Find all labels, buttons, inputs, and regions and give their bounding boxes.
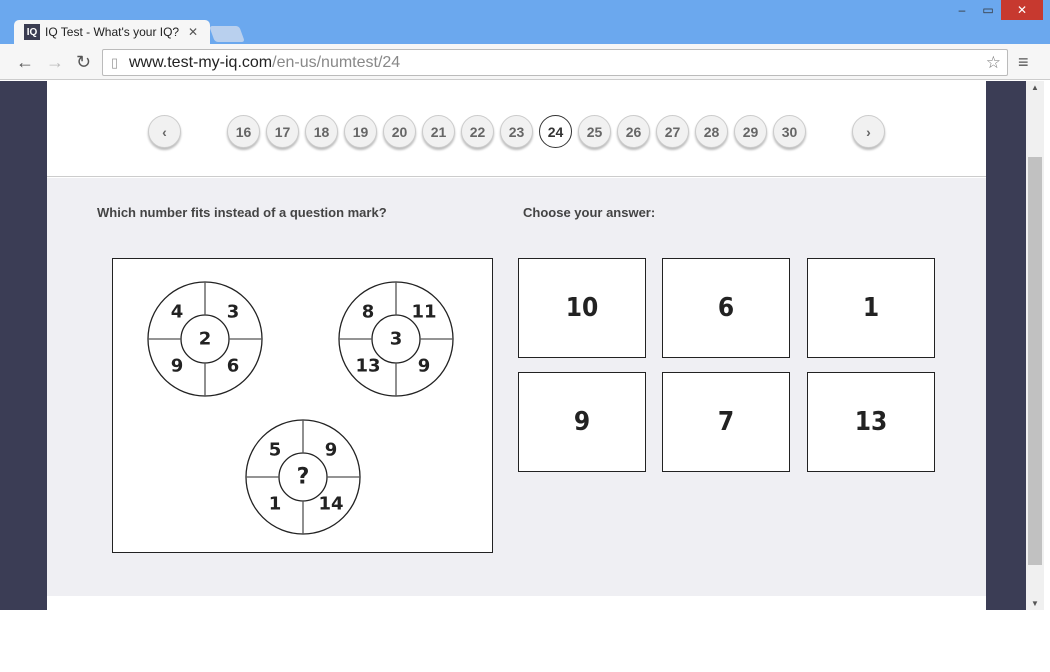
answer-option[interactable]: 7 (662, 372, 790, 472)
page-button-19[interactable]: 19 (344, 115, 377, 148)
puzzle-diagram: 24 39 638 1113 9?5 91 14 (147, 281, 454, 535)
puzzle-number-tr: 3 (227, 302, 240, 323)
site-favicon: IQ (24, 24, 40, 40)
page-button-17[interactable]: 17 (266, 115, 299, 148)
page-button-27[interactable]: 27 (656, 115, 689, 148)
puzzle-number-br: 9 (418, 356, 431, 377)
answer-option[interactable]: 9 (518, 372, 646, 472)
page-button-24[interactable]: 24 (539, 115, 572, 148)
close-window-button[interactable]: ✕ (1001, 0, 1043, 20)
answer-option[interactable]: 10 (518, 258, 646, 358)
question-area: Which number fits instead of a question … (47, 178, 986, 596)
close-tab-icon[interactable]: ✕ (188, 25, 198, 39)
next-page-button[interactable]: › (852, 115, 885, 148)
question-mark: ? (297, 465, 310, 490)
page-content: ‹ › 16 17 18 19 20 21 22 23 24 25 26 27 28 29 30 Which… (47, 81, 986, 610)
scroll-down-icon[interactable]: ▼ (1031, 599, 1039, 608)
menu-icon[interactable]: ≡ (1018, 52, 1029, 73)
choose-answer-label: Choose your answer: (523, 205, 656, 220)
page-button-25[interactable]: 25 (578, 115, 611, 148)
reload-icon[interactable]: ↻ (76, 52, 91, 73)
page-button-20[interactable]: 20 (383, 115, 416, 148)
question-pager: ‹ › 16 17 18 19 20 21 22 23 24 25 26 27 28 29 30 (47, 81, 986, 177)
puzzle-number-tl: 8 (362, 302, 375, 323)
puzzle-number-tr: 11 (411, 302, 436, 323)
title-bar: IQ IQ Test - What's your IQ? ✕ – ▭ ✕ (0, 0, 1050, 44)
puzzle-image: 2 4 3 9 6 3 8 11 13 9? 5 9 1 14 (112, 258, 493, 553)
bookmark-star-icon[interactable]: ☆ (986, 53, 1001, 73)
page-button-30[interactable]: 30 (773, 115, 806, 148)
maximize-button[interactable]: ▭ (976, 0, 1000, 20)
scrollbar[interactable]: ▲ ▼ (1026, 81, 1044, 610)
minimize-button[interactable]: – (950, 0, 974, 20)
page-button-16[interactable]: 16 (227, 115, 260, 148)
tab-title: IQ Test - What's your IQ? (45, 25, 180, 39)
puzzle-number-tl: 4 (171, 302, 184, 323)
browser-tab[interactable]: IQ IQ Test - What's your IQ? ✕ (14, 20, 210, 44)
back-icon[interactable]: ← (16, 52, 34, 73)
url-path: /en-us/numtest/24 (272, 53, 401, 71)
puzzle-number-bl: 9 (171, 356, 184, 377)
forward-icon[interactable]: → (46, 52, 64, 73)
page-icon: ▯ (111, 54, 119, 70)
puzzle-number-tr: 9 (325, 440, 338, 461)
page-button-26[interactable]: 26 (617, 115, 650, 148)
page-button-23[interactable]: 23 (500, 115, 533, 148)
page-button-22[interactable]: 22 (461, 115, 494, 148)
page-button-18[interactable]: 18 (305, 115, 338, 148)
address-bar[interactable]: ▯ www.test-my-iq.com/en-us/numtest/24 ☆ (102, 49, 1008, 76)
browser-toolbar: ← → ↻ ▯ www.test-my-iq.com/en-us/numtest… (0, 44, 1050, 80)
question-prompt: Which number fits instead of a question … (97, 205, 387, 220)
page-button-21[interactable]: 21 (422, 115, 455, 148)
puzzle-number-tl: 5 (269, 440, 282, 461)
puzzle-number-br: 14 (318, 494, 343, 515)
scroll-up-icon[interactable]: ▲ (1031, 83, 1039, 92)
answer-option[interactable]: 13 (807, 372, 935, 472)
puzzle-number-center: 3 (390, 329, 403, 350)
puzzle-number-bl: 13 (355, 356, 380, 377)
answer-option[interactable]: 6 (662, 258, 790, 358)
new-tab-button[interactable] (209, 26, 245, 42)
page-button-28[interactable]: 28 (695, 115, 728, 148)
page-button-29[interactable]: 29 (734, 115, 767, 148)
puzzle-number-br: 6 (227, 356, 240, 377)
puzzle-number-center: 2 (199, 329, 212, 350)
url-host: www.test-my-iq.com (129, 53, 273, 71)
answer-option[interactable]: 1 (807, 258, 935, 358)
puzzle-number-bl: 1 (269, 494, 282, 515)
scrollbar-thumb[interactable] (1028, 157, 1042, 565)
prev-page-button[interactable]: ‹ (148, 115, 181, 148)
